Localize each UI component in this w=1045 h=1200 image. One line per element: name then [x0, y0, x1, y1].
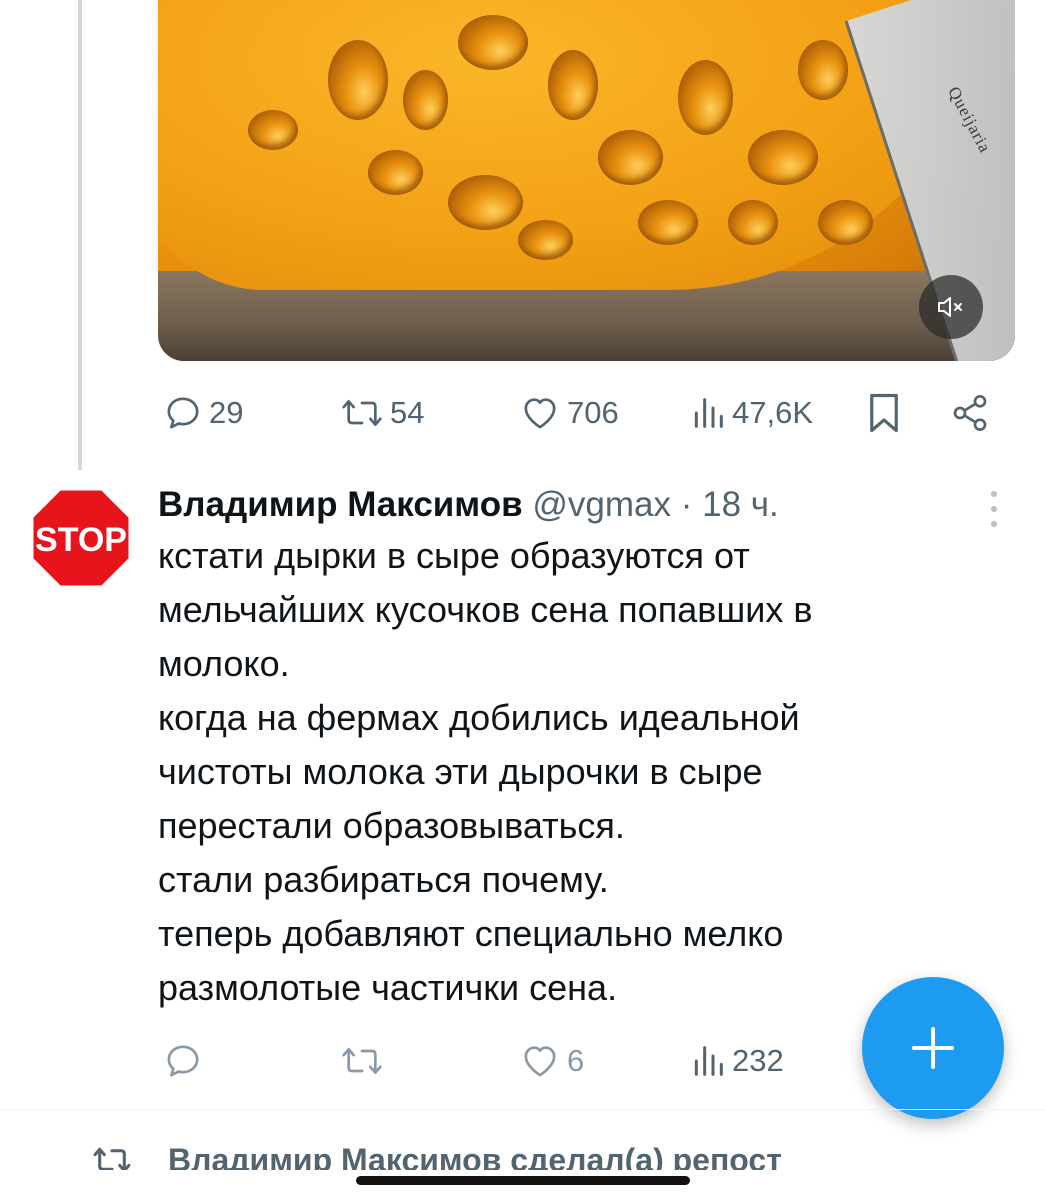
author-handle[interactable]: @vgmax: [532, 485, 671, 524]
repost-indicator[interactable]: Владимир Максимов сделал(а) репост: [92, 1140, 992, 1170]
like-button[interactable]: 6: [519, 1036, 584, 1086]
avatar[interactable]: STOP: [30, 487, 132, 589]
repost-label: Владимир Максимов сделал(а) репост: [168, 1142, 782, 1170]
compose-button[interactable]: [862, 977, 1004, 1119]
tweet-time[interactable]: 18 ч.: [702, 485, 779, 524]
reply-count: 29: [209, 395, 244, 430]
cheese-hole: [403, 70, 448, 130]
header-separator: ·: [671, 485, 703, 524]
more-dot: [991, 521, 997, 527]
home-indicator[interactable]: [356, 1176, 690, 1185]
repost-icon: [342, 400, 382, 426]
cheese-hole: [518, 220, 573, 260]
reply-icon: [167, 1045, 199, 1077]
repost-button[interactable]: 54: [340, 388, 424, 438]
cheese-hole: [448, 175, 523, 230]
views-count: 232: [732, 1043, 784, 1078]
tweet-video[interactable]: Queijaria: [158, 0, 1015, 361]
views-button[interactable]: 232: [690, 1036, 784, 1086]
author-name[interactable]: Владимир Максимов: [158, 485, 523, 524]
more-dot: [991, 491, 997, 497]
parent-tweet-actions: 29 54 706 47,6K: [0, 388, 1045, 438]
tweet-header: Владимир Максимов @vgmax · 18 ч.: [158, 483, 978, 527]
stop-sign-icon: STOP: [30, 487, 132, 589]
like-count: 706: [567, 395, 619, 430]
timeline-divider: [0, 1109, 1045, 1110]
cheese-hole: [598, 130, 663, 185]
cheese-hole: [798, 40, 848, 100]
repost-icon: [93, 1147, 131, 1170]
cheese-hole: [678, 60, 733, 135]
more-dot: [991, 506, 997, 512]
cheese-hole: [548, 50, 598, 120]
cheese-hole: [328, 40, 388, 120]
reply-button[interactable]: [163, 1036, 209, 1086]
share-button[interactable]: [950, 388, 990, 438]
cheese-hole: [638, 200, 698, 245]
reply-icon: [167, 397, 199, 429]
like-count: 6: [567, 1043, 585, 1078]
like-button[interactable]: 706: [519, 388, 619, 438]
share-icon: [953, 395, 987, 431]
heart-icon: [524, 1046, 556, 1077]
bookmark-button[interactable]: [866, 388, 902, 438]
more-options-button[interactable]: [984, 491, 1004, 527]
reply-tweet[interactable]: Владимир Максимов @vgmax · 18 ч. кстати …: [158, 483, 978, 1015]
cheese-hole: [818, 200, 873, 245]
views-count: 47,6K: [732, 395, 814, 430]
cheese-hole: [248, 110, 298, 150]
cheese-hole: [728, 200, 778, 245]
bookmark-icon: [870, 393, 898, 433]
views-icon: [694, 398, 723, 428]
views-icon: [694, 1046, 723, 1076]
repost-count: 54: [390, 395, 425, 430]
mute-button[interactable]: [919, 275, 983, 339]
cheese-hole: [368, 150, 423, 195]
avatar-text: STOP: [35, 521, 127, 559]
repost-button[interactable]: [340, 1036, 390, 1086]
heart-icon: [524, 398, 556, 429]
plus-icon: [912, 1027, 954, 1069]
volume-muted-icon: [938, 297, 962, 317]
cheese-hole: [748, 130, 818, 185]
repost-icon: [342, 1048, 382, 1074]
tweet-text: кстати дырки в сыре образуются от мельча…: [158, 535, 813, 1008]
views-button[interactable]: 47,6K: [690, 388, 813, 438]
reply-button[interactable]: 29: [163, 388, 243, 438]
cheese-hole: [458, 15, 528, 70]
